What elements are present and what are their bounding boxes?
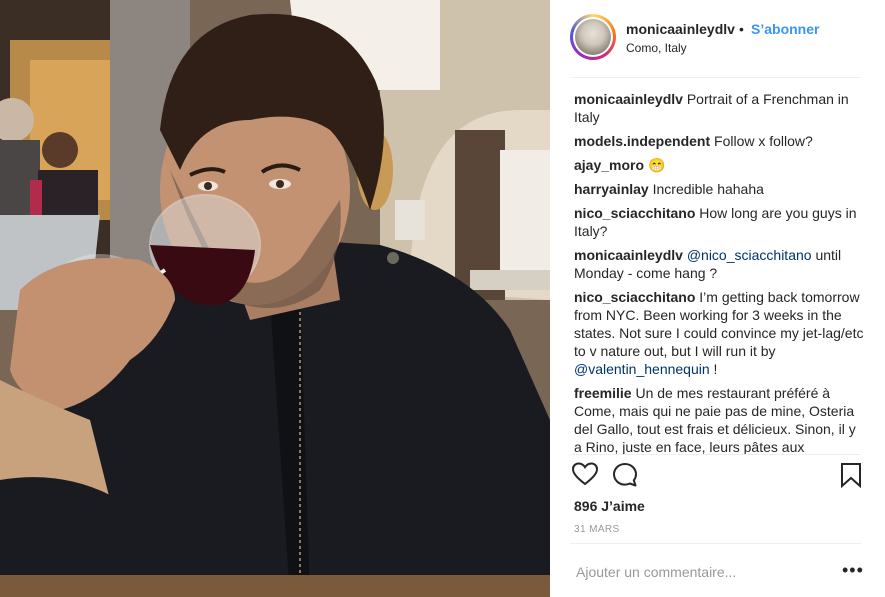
- post-side-panel: monicaainleydlv • S’abonner Como, Italy …: [550, 0, 885, 597]
- comment-mention-link[interactable]: @valentin_hennequin: [574, 361, 710, 377]
- post-username[interactable]: monicaainleydlv: [626, 21, 735, 37]
- comment-username[interactable]: monicaainleydlv: [574, 247, 683, 263]
- comment-item: nico_sciacchitano How long are you guys …: [574, 204, 865, 240]
- avatar-frame: [573, 17, 613, 57]
- more-options-icon[interactable]: •••: [842, 561, 864, 579]
- header-separator: •: [739, 21, 744, 37]
- comment-username[interactable]: models.independent: [574, 133, 710, 149]
- header-divider: [570, 77, 861, 78]
- follow-button[interactable]: S’abonner: [751, 21, 819, 37]
- post-header: monicaainleydlv • S’abonner Como, Italy: [550, 0, 885, 77]
- avatar[interactable]: [570, 14, 616, 60]
- comment-text: Follow x follow?: [714, 133, 813, 149]
- bookmark-icon[interactable]: [840, 462, 862, 493]
- comment-item: monicaainleydlv @nico_sciacchitano until…: [574, 246, 865, 282]
- photo-illustration: [0, 0, 550, 597]
- like-count[interactable]: 896 J’aime: [574, 498, 645, 514]
- comment-text: 😁: [647, 157, 666, 173]
- comment-username[interactable]: harryainlay: [574, 181, 649, 197]
- comment-item: models.independent Follow x follow?: [574, 132, 865, 150]
- comment-text: Incredible hahaha: [652, 181, 764, 197]
- comment-mention-link[interactable]: @nico_sciacchitano: [687, 247, 812, 263]
- comment-username[interactable]: nico_sciacchitano: [574, 289, 695, 305]
- comment-icon[interactable]: [612, 462, 638, 493]
- comment-username[interactable]: nico_sciacchitano: [574, 205, 695, 221]
- comment-item: freemilie Un de mes restaurant préféré à…: [574, 384, 865, 454]
- comment-username[interactable]: ajay_moro: [574, 157, 644, 173]
- avatar-image: [575, 19, 611, 55]
- comment-item: ajay_moro 😁: [574, 156, 865, 174]
- comment-item: harryainlay Incredible hahaha: [574, 180, 865, 198]
- comments-divider: [570, 454, 861, 455]
- comment-item: monicaainleydlv Portrait of a Frenchman …: [574, 90, 865, 126]
- footer-divider: [570, 543, 861, 544]
- post-date[interactable]: 31 MARS: [574, 524, 620, 535]
- add-comment-input[interactable]: [574, 563, 828, 581]
- heart-icon[interactable]: [571, 462, 599, 491]
- comment-item: nico_sciacchitano I’m getting back tomor…: [574, 288, 865, 378]
- comments-list[interactable]: monicaainleydlv Portrait of a Frenchman …: [574, 90, 865, 454]
- comment-text-tail: !: [713, 361, 718, 377]
- action-bar: [571, 462, 863, 493]
- comment-username[interactable]: freemilie: [574, 385, 632, 401]
- comment-username[interactable]: monicaainleydlv: [574, 91, 683, 107]
- post-photo[interactable]: [0, 0, 550, 597]
- post-location[interactable]: Como, Italy: [626, 41, 687, 55]
